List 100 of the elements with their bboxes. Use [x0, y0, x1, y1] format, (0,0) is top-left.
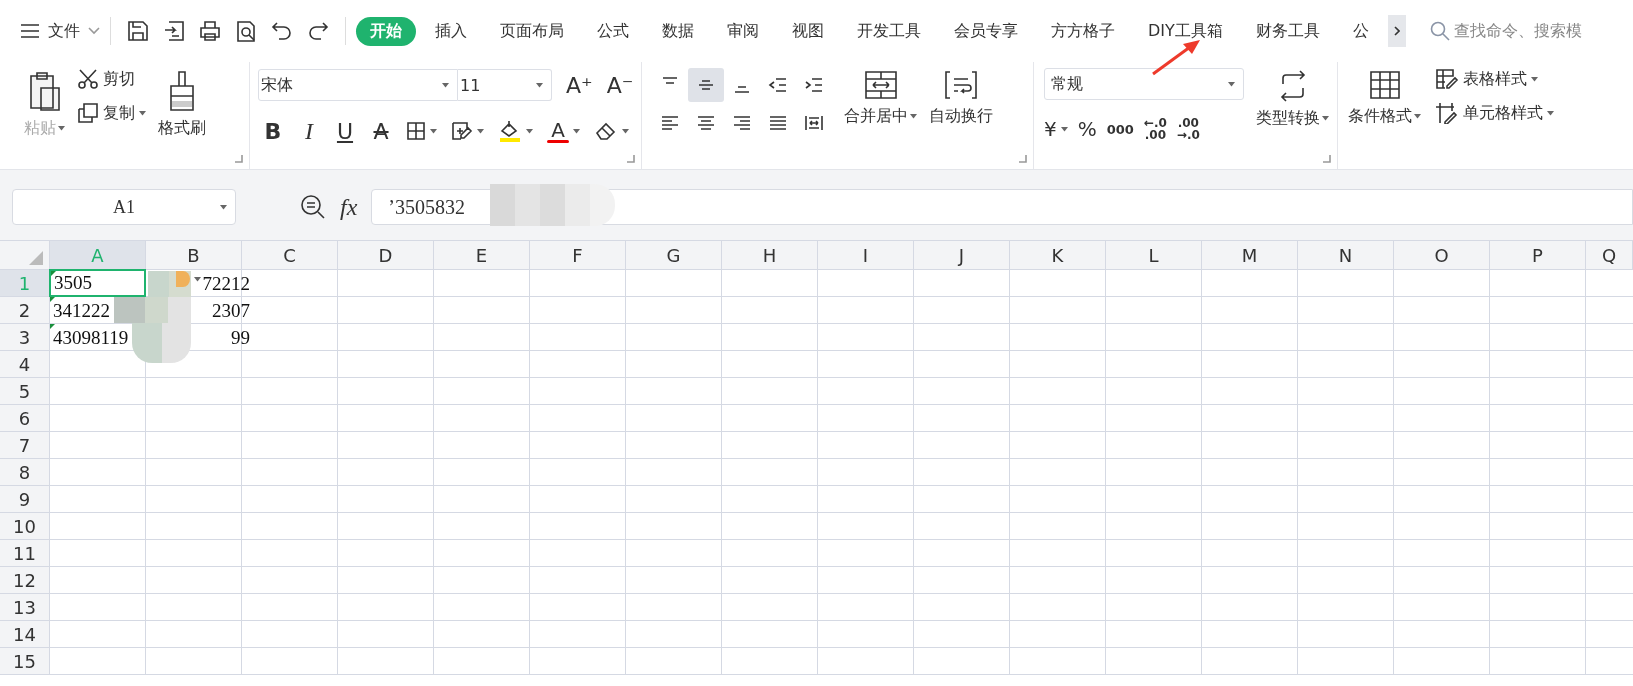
column-header[interactable]: E: [434, 241, 530, 270]
font-name-dropdown[interactable]: 宋体: [258, 69, 458, 101]
row-header[interactable]: 13: [0, 594, 50, 621]
column-header[interactable]: J: [914, 241, 1010, 270]
align-center-icon: [696, 114, 716, 132]
row-header[interactable]: 4: [0, 351, 50, 378]
function-button[interactable]: fx: [340, 193, 358, 221]
percent-button[interactable]: %: [1077, 117, 1097, 141]
name-box[interactable]: A1: [12, 189, 236, 225]
cell-style-button[interactable]: 单元格样式: [1435, 102, 1554, 124]
row-header[interactable]: 2: [0, 297, 50, 324]
column-header[interactable]: C: [242, 241, 338, 270]
more-tabs-button[interactable]: [1387, 15, 1406, 47]
caret-icon: [58, 126, 65, 131]
row-header[interactable]: 11: [0, 540, 50, 567]
cut-button[interactable]: 剪切: [77, 68, 146, 90]
ribbon-tab[interactable]: 会员专享: [940, 16, 1032, 46]
row-header[interactable]: 6: [0, 405, 50, 432]
cell-text: 72212: [202, 272, 250, 295]
row-header[interactable]: 3: [0, 324, 50, 351]
save-icon: [127, 20, 149, 42]
cell-text: 99: [231, 326, 250, 349]
strike-button[interactable]: A: [366, 114, 396, 148]
font-size-dropdown[interactable]: 11: [458, 69, 552, 101]
ribbon-tab[interactable]: 方方格子: [1037, 16, 1129, 46]
row-header[interactable]: 9: [0, 486, 50, 513]
column-header[interactable]: D: [338, 241, 434, 270]
ribbon-tab[interactable]: DIY工具箱: [1134, 16, 1237, 46]
ribbon-tab[interactable]: 审阅: [713, 16, 773, 46]
format-painter-button[interactable]: 格式刷: [158, 68, 206, 139]
cell-text: 2307: [212, 299, 250, 322]
row-header[interactable]: 15: [0, 648, 50, 675]
column-header[interactable]: B: [146, 241, 242, 270]
ribbon-tab[interactable]: 公: [1338, 16, 1383, 46]
copy-button[interactable]: 复制: [77, 102, 146, 124]
caret-icon: [477, 128, 484, 134]
file-menu[interactable]: 文件: [20, 20, 100, 42]
number-format-dropdown[interactable]: 常规: [1044, 68, 1244, 100]
currency-button[interactable]: ¥: [1044, 117, 1068, 141]
eraser-icon: [594, 121, 618, 141]
ribbon-tab[interactable]: 开发工具: [843, 16, 935, 46]
scissors-icon: [77, 68, 99, 90]
column-header[interactable]: M: [1202, 241, 1298, 270]
align-bottom-icon: [732, 86, 752, 93]
column-header[interactable]: L: [1106, 241, 1202, 270]
row-header[interactable]: 12: [0, 567, 50, 594]
underline-button[interactable]: U: [330, 114, 360, 148]
menu-icon: [20, 23, 40, 39]
caret-icon: [220, 204, 227, 210]
cell-text: 43098119: [53, 326, 129, 349]
column-header[interactable]: H: [722, 241, 818, 270]
redo-icon: [307, 20, 329, 42]
ribbon-tab[interactable]: 插入: [421, 16, 481, 46]
column-header[interactable]: F: [530, 241, 626, 270]
align-middle-button[interactable]: [688, 68, 724, 102]
smart-tag-button[interactable]: [176, 271, 201, 287]
column-header[interactable]: G: [626, 241, 722, 270]
ribbon-tab[interactable]: 财务工具: [1241, 16, 1334, 46]
align-right-icon: [732, 114, 752, 132]
fill-format-icon: [451, 121, 473, 141]
merge-center-button[interactable]: 合并居中: [844, 68, 917, 127]
error-indicator-icon: [50, 297, 55, 302]
conditional-format-button[interactable]: 条件格式: [1348, 68, 1421, 127]
thousands-separator-button[interactable]: 000: [1106, 121, 1134, 137]
row-header[interactable]: 5: [0, 378, 50, 405]
caret-icon: [910, 114, 917, 119]
ribbon-tab[interactable]: 视图: [778, 16, 838, 46]
add-decimal-button[interactable]: ←.0 .00: [1143, 117, 1167, 141]
caret-icon: [194, 276, 201, 282]
row-header[interactable]: 8: [0, 459, 50, 486]
column-header[interactable]: O: [1394, 241, 1490, 270]
wrap-text-button[interactable]: 自动换行: [929, 68, 993, 127]
ribbon-tab[interactable]: 页面布局: [486, 16, 578, 46]
caret-icon: [1060, 126, 1068, 132]
column-header[interactable]: Q: [1586, 241, 1633, 270]
column-header[interactable]: N: [1298, 241, 1394, 270]
caret-icon: [139, 110, 146, 116]
column-header[interactable]: K: [1010, 241, 1106, 270]
align-distributed-icon: [804, 114, 824, 132]
caret-icon: [1322, 116, 1329, 121]
row-header[interactable]: 7: [0, 432, 50, 459]
caret-icon: [622, 128, 629, 134]
ribbon-tab[interactable]: 数据: [648, 16, 708, 46]
grow-font-button[interactable]: A⁺: [566, 72, 593, 98]
remove-decimal-button[interactable]: .00 →.0: [1176, 117, 1200, 141]
active-cell[interactable]: 3505: [49, 269, 146, 297]
cell-style-icon: [1435, 102, 1459, 124]
font-color-button[interactable]: A: [543, 114, 584, 148]
column-header[interactable]: P: [1490, 241, 1586, 270]
row-header[interactable]: 14: [0, 621, 50, 648]
row-header[interactable]: 10: [0, 513, 50, 540]
formula-field[interactable]: ’3505832: [371, 189, 1633, 225]
type-convert-button[interactable]: 类型转换: [1256, 68, 1329, 129]
search-field[interactable]: 查找命令、搜索模: [1429, 20, 1582, 42]
column-header[interactable]: I: [818, 241, 914, 270]
ribbon-tab[interactable]: 公式: [583, 16, 643, 46]
table-style-button[interactable]: 表格样式: [1435, 68, 1554, 90]
shrink-font-button[interactable]: A⁻: [606, 72, 634, 98]
bold-button[interactable]: B: [258, 114, 288, 148]
italic-button[interactable]: I: [294, 114, 324, 148]
